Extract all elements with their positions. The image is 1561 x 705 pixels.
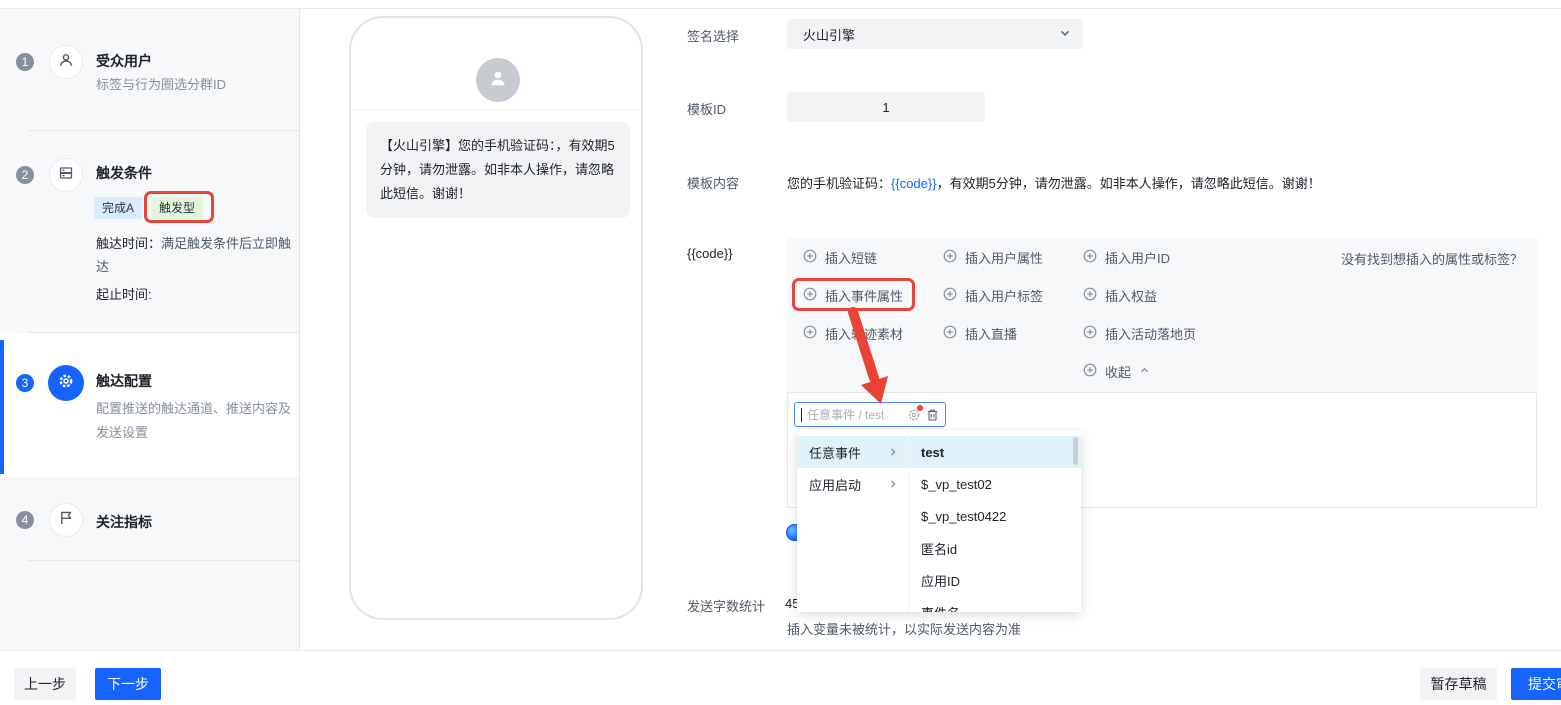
save-draft-button[interactable]: 暂存草稿 — [1420, 668, 1497, 700]
next-step-button[interactable]: 下一步 — [95, 668, 161, 700]
insert-live-button[interactable]: 插入直播 — [943, 322, 1017, 344]
step-2-title[interactable]: 触发条件 — [96, 163, 152, 183]
template-content-prefix: 您的手机验证码： — [787, 176, 891, 191]
step-4-title[interactable]: 关注指标 — [96, 512, 152, 532]
template-id-label: 模板ID — [687, 99, 726, 118]
plus-circle-icon — [1083, 325, 1097, 342]
annotation-box-trigger-type — [144, 191, 214, 223]
cascader-categories: 任意事件 应用启动 — [797, 431, 909, 612]
step-2-number: 2 — [16, 166, 34, 184]
template-content-text: 您的手机验证码：{{code}}，有效期5分钟，请勿泄露。如非本人操作，请忽略此… — [787, 173, 1531, 192]
step-1-number: 1 — [16, 53, 34, 71]
list-icon — [58, 165, 74, 186]
sms-preview-bubble: 【火山引擎】您的手机验证码：，有效期5分钟，请勿泄露。如非本人操作，请忽略此短信… — [366, 122, 630, 218]
trash-icon[interactable] — [926, 408, 939, 422]
step-3-subtitle: 配置推送的触达通道、推送内容及发送设置 — [96, 397, 302, 445]
signature-select[interactable]: 火山引擎 — [787, 19, 1083, 49]
active-step-indicator — [0, 340, 4, 474]
insert-landing-page-button[interactable]: 插入活动落地页 — [1083, 322, 1196, 344]
char-count-label: 发送字数统计 — [687, 596, 765, 615]
plus-circle-icon — [803, 325, 817, 342]
template-variable: {{code}} — [891, 176, 937, 191]
reach-time-label: 触达时间： — [96, 236, 161, 251]
text-cursor — [801, 408, 802, 422]
step-1-icon-circle[interactable] — [49, 45, 83, 79]
divider — [28, 130, 299, 131]
footer-bar: 上一步 下一步 暂存草稿 提交审批 — [0, 650, 1561, 705]
notification-dot — [917, 405, 923, 411]
cascader-options: test $_vp_test02 $_vp_test0422 匿名id 应用ID… — [909, 431, 1081, 612]
step-3-title[interactable]: 触达配置 — [96, 371, 152, 391]
option-anonymous-id[interactable]: 匿名id — [909, 532, 1081, 564]
insert-benefit-button[interactable]: 插入权益 — [1083, 284, 1157, 306]
submit-review-button[interactable]: 提交审批 — [1511, 668, 1561, 700]
badge-complete-a: 完成A — [94, 197, 142, 219]
plus-circle-icon — [943, 325, 957, 342]
scrollbar-thumb[interactable] — [1073, 437, 1078, 465]
insert-user-attr-button[interactable]: 插入用户属性 — [943, 246, 1043, 268]
template-content-label: 模板内容 — [687, 173, 739, 192]
option-vp-test02[interactable]: $_vp_test02 — [909, 468, 1081, 500]
step-4-icon-circle[interactable] — [49, 503, 83, 537]
collapse-button[interactable]: 收起 — [1083, 360, 1150, 382]
chevron-right-icon — [888, 477, 898, 492]
insert-shortlink-button[interactable]: 插入短链 — [803, 246, 877, 268]
step-1-title[interactable]: 受众用户 — [96, 51, 152, 71]
avatar — [476, 58, 520, 102]
chevron-down-icon — [1059, 27, 1071, 42]
insert-user-tag-button[interactable]: 插入用户标签 — [943, 284, 1043, 306]
chevron-right-icon — [888, 445, 898, 460]
step-3-number: 3 — [16, 374, 34, 392]
plus-circle-icon — [943, 287, 957, 304]
template-id-value: 1 — [882, 100, 889, 115]
plus-circle-icon — [1083, 363, 1097, 380]
signature-label: 签名选择 — [687, 26, 739, 45]
step-1-subtitle: 标签与行为圈选分群ID — [96, 73, 226, 97]
page: 1 受众用户 标签与行为圈选分群ID 2 触发条件 完成A 触发型 触达时间：满… — [0, 0, 1561, 705]
step-4-number: 4 — [16, 511, 34, 529]
signature-value: 火山引擎 — [803, 25, 1059, 44]
divider — [28, 560, 299, 561]
step-3-icon-circle[interactable] — [48, 365, 84, 401]
event-cascader-dropdown: 任意事件 应用启动 test $_vp_test02 $_vp_test0422… — [797, 431, 1081, 612]
annotation-arrow — [830, 300, 900, 410]
flag-icon — [58, 510, 74, 531]
chevron-up-icon — [1139, 364, 1150, 379]
option-event-name[interactable]: 事件名 — [909, 596, 1081, 612]
code-variable-label: {{code}} — [687, 246, 733, 261]
gear-icon — [57, 372, 75, 395]
step-2-icon-circle[interactable] — [49, 158, 83, 192]
not-found-hint-link[interactable]: 没有找到想插入的属性或标签？ — [1341, 249, 1523, 268]
plus-circle-icon — [1083, 249, 1097, 266]
reach-time-text: 触达时间：满足触发条件后立即触达 — [96, 232, 296, 278]
variable-settings-icon[interactable] — [907, 408, 921, 422]
template-id-input[interactable]: 1 — [787, 92, 985, 122]
phone-preview: 【火山引擎】您的手机验证码：，有效期5分钟，请勿泄露。如非本人操作，请忽略此短信… — [349, 16, 643, 620]
option-app-id[interactable]: 应用ID — [909, 564, 1081, 596]
insert-user-id-button[interactable]: 插入用户ID — [1083, 246, 1170, 268]
plus-circle-icon — [1083, 287, 1097, 304]
char-count-note: 插入变量未被统计，以实际发送内容为准 — [787, 619, 1021, 638]
option-test[interactable]: test — [909, 436, 1081, 468]
plus-circle-icon — [803, 249, 817, 266]
period-label: 起止时间: — [96, 283, 296, 306]
steps-sidebar — [0, 9, 300, 650]
option-vp-test0422[interactable]: $_vp_test0422 — [909, 500, 1081, 532]
divider — [28, 332, 299, 333]
category-app-launch[interactable]: 应用启动 — [797, 468, 908, 500]
plus-circle-icon — [943, 249, 957, 266]
category-any-event[interactable]: 任意事件 — [797, 436, 908, 468]
person-icon — [487, 67, 509, 94]
prev-step-button[interactable]: 上一步 — [14, 668, 76, 700]
template-content-suffix: ，有效期5分钟，请勿泄露。如非本人操作，请忽略此短信。谢谢！ — [937, 176, 1321, 191]
user-icon — [58, 52, 74, 73]
phone-header-divider — [351, 109, 641, 110]
